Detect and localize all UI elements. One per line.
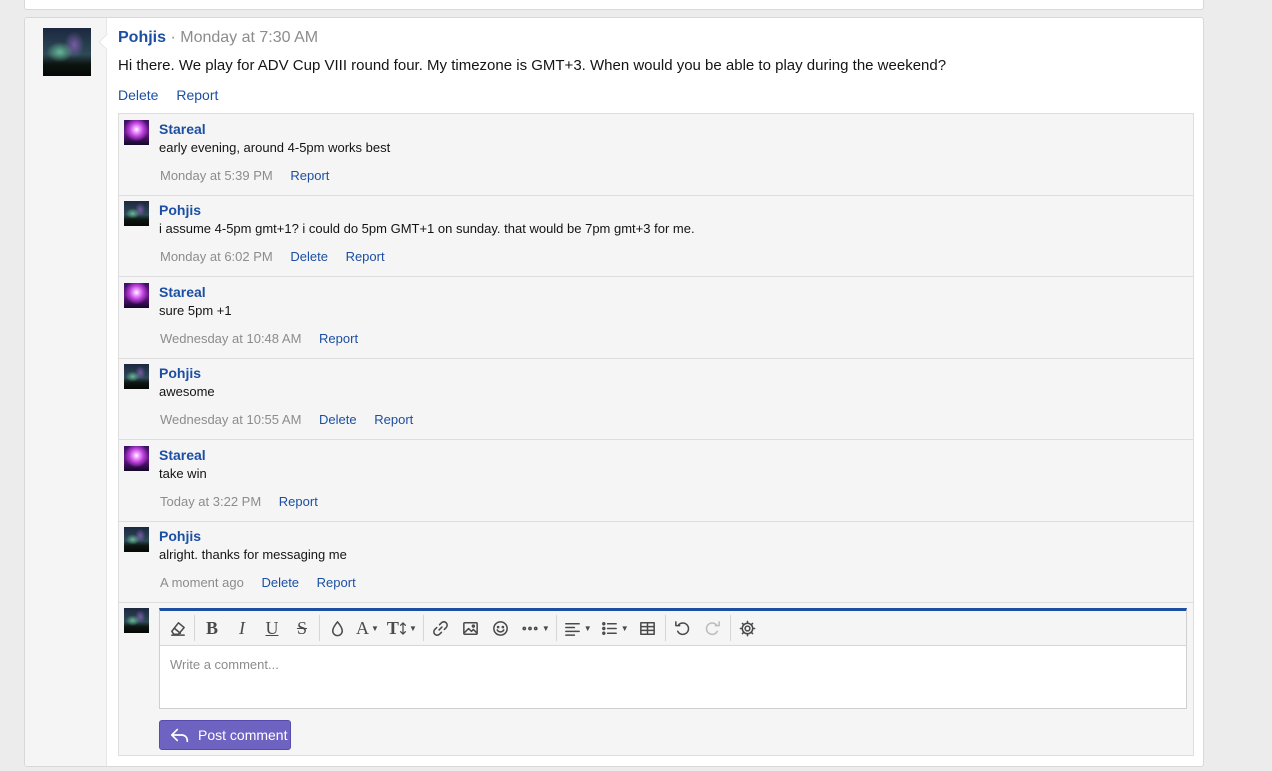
- comment-text: i assume 4-5pm gmt+1? i could do 5pm GMT…: [159, 221, 695, 236]
- comment-meta: Wednesday at 10:48 AM Report: [160, 331, 372, 346]
- comment-item: Pohjis alright. thanks for messaging me …: [119, 521, 1193, 603]
- reply-avatar: [124, 608, 149, 633]
- comment-delete-link[interactable]: Delete: [319, 412, 357, 427]
- comment-time[interactable]: A moment ago: [160, 575, 244, 590]
- comment-item: Stareal early evening, around 4-5pm work…: [119, 114, 1193, 196]
- eraser-icon[interactable]: [162, 614, 192, 642]
- comment-report-link[interactable]: Report: [346, 249, 385, 264]
- text-color-icon[interactable]: [322, 614, 352, 642]
- font-family-icon[interactable]: A ▼: [352, 614, 383, 642]
- comment-report-link[interactable]: Report: [374, 412, 413, 427]
- post-author-link[interactable]: Pohjis: [118, 29, 166, 46]
- comment-item: Pohjis i assume 4-5pm gmt+1? i could do …: [119, 195, 1193, 277]
- list-icon[interactable]: ▼: [596, 614, 633, 642]
- comment-avatar[interactable]: [124, 364, 149, 389]
- comment-item: Pohjis awesome Wednesday at 10:55 AM Del…: [119, 358, 1193, 440]
- comment-report-link[interactable]: Report: [319, 331, 358, 346]
- toolbar-divider: [319, 615, 320, 641]
- post-timestamp[interactable]: Monday at 7:30 AM: [180, 29, 318, 46]
- post-comment-button[interactable]: Post comment: [159, 720, 291, 750]
- comment-input[interactable]: Write a comment...: [170, 657, 279, 672]
- toolbar-divider: [555, 615, 557, 641]
- chevron-down-icon: ▼: [541, 623, 550, 633]
- comment-author-link[interactable]: Pohjis: [159, 365, 201, 381]
- comment-item: Stareal sure 5pm +1 Wednesday at 10:48 A…: [119, 277, 1193, 359]
- post-separator: ·: [170, 29, 176, 46]
- post-comment-label: Post comment: [198, 727, 288, 743]
- comment-item: Stareal take win Today at 3:22 PM Report: [119, 440, 1193, 522]
- settings-icon[interactable]: [733, 614, 763, 642]
- profile-post-card: Pohjis · Monday at 7:30 AM Hi there. We …: [24, 17, 1204, 767]
- comments-thread: Stareal early evening, around 4-5pm work…: [118, 113, 1194, 756]
- comment-author-link[interactable]: Pohjis: [159, 202, 201, 218]
- comment-text: take win: [159, 466, 207, 481]
- comment-time[interactable]: Today at 3:22 PM: [160, 494, 261, 509]
- comment-text: alright. thanks for messaging me: [159, 547, 347, 562]
- post-header: Pohjis · Monday at 7:30 AM: [118, 29, 318, 47]
- comment-report-link[interactable]: Report: [279, 494, 318, 509]
- toolbar-divider: [422, 615, 424, 641]
- comment-time[interactable]: Monday at 6:02 PM: [160, 249, 273, 264]
- comment-meta: A moment ago Delete Report: [160, 575, 370, 590]
- comment-avatar[interactable]: [124, 527, 149, 552]
- post-delete-link[interactable]: Delete: [118, 87, 158, 103]
- post-actions: Delete Report: [118, 87, 232, 103]
- toolbar-divider: [729, 615, 731, 641]
- comment-author-link[interactable]: Stareal: [159, 284, 206, 300]
- comment-avatar[interactable]: [124, 283, 149, 308]
- comment-text: sure 5pm +1: [159, 303, 232, 318]
- chevron-down-icon: ▼: [620, 623, 629, 633]
- comment-avatar[interactable]: [124, 446, 149, 471]
- chevron-down-icon: ▼: [583, 623, 592, 633]
- italic-icon[interactable]: I: [227, 614, 257, 642]
- comment-author-link[interactable]: Stareal: [159, 121, 206, 137]
- font-size-glyph: T: [386, 617, 399, 638]
- chevron-down-icon: ▼: [408, 623, 417, 633]
- align-icon[interactable]: ▼: [559, 614, 596, 642]
- previous-post-card: [24, 0, 1204, 10]
- comment-meta: Monday at 5:39 PM Report: [160, 168, 343, 183]
- comment-time[interactable]: Monday at 5:39 PM: [160, 168, 273, 183]
- undo-icon[interactable]: [668, 614, 698, 642]
- comment-meta: Monday at 6:02 PM Delete Report: [160, 249, 399, 264]
- toolbar-divider: [194, 615, 195, 641]
- post-report-link[interactable]: Report: [176, 87, 218, 103]
- comment-report-link[interactable]: Report: [290, 168, 329, 183]
- chevron-down-icon: ▼: [371, 623, 379, 633]
- comment-author-link[interactable]: Pohjis: [159, 528, 201, 544]
- font-size-icon[interactable]: T ▼: [383, 614, 421, 642]
- redo-icon[interactable]: [698, 614, 728, 642]
- font-family-glyph: A: [356, 617, 369, 638]
- comment-text: early evening, around 4-5pm works best: [159, 140, 391, 155]
- comment-delete-link[interactable]: Delete: [290, 249, 328, 264]
- image-icon[interactable]: [456, 614, 486, 642]
- underline-icon[interactable]: U: [257, 614, 287, 642]
- toolbar-divider: [664, 615, 666, 641]
- editor-toolbar: B I U S A ▼ T ▼ ▼ ▼ ▼: [160, 611, 1186, 646]
- comment-editor: B I U S A ▼ T ▼ ▼ ▼ ▼ Write a comment...: [159, 608, 1187, 709]
- smilie-icon[interactable]: [486, 614, 516, 642]
- comment-author-link[interactable]: Stareal: [159, 447, 206, 463]
- strikethrough-icon[interactable]: S: [287, 614, 317, 642]
- link-icon[interactable]: [426, 614, 456, 642]
- comment-delete-link[interactable]: Delete: [261, 575, 299, 590]
- post-sidebar: [25, 18, 107, 766]
- comment-text: awesome: [159, 384, 215, 399]
- reply-icon: [171, 728, 189, 743]
- author-avatar[interactable]: [43, 28, 91, 76]
- comment-time[interactable]: Wednesday at 10:55 AM: [160, 412, 301, 427]
- table-icon[interactable]: [633, 614, 663, 642]
- post-message: Hi there. We play for ADV Cup VIII round…: [118, 57, 947, 74]
- bold-icon[interactable]: B: [197, 614, 227, 642]
- comment-avatar[interactable]: [124, 201, 149, 226]
- more-options-icon[interactable]: ▼: [516, 614, 554, 642]
- comment-meta: Today at 3:22 PM Report: [160, 494, 332, 509]
- comment-avatar[interactable]: [124, 120, 149, 145]
- comment-meta: Wednesday at 10:55 AM Delete Report: [160, 412, 427, 427]
- comment-time[interactable]: Wednesday at 10:48 AM: [160, 331, 301, 346]
- comment-report-link[interactable]: Report: [317, 575, 356, 590]
